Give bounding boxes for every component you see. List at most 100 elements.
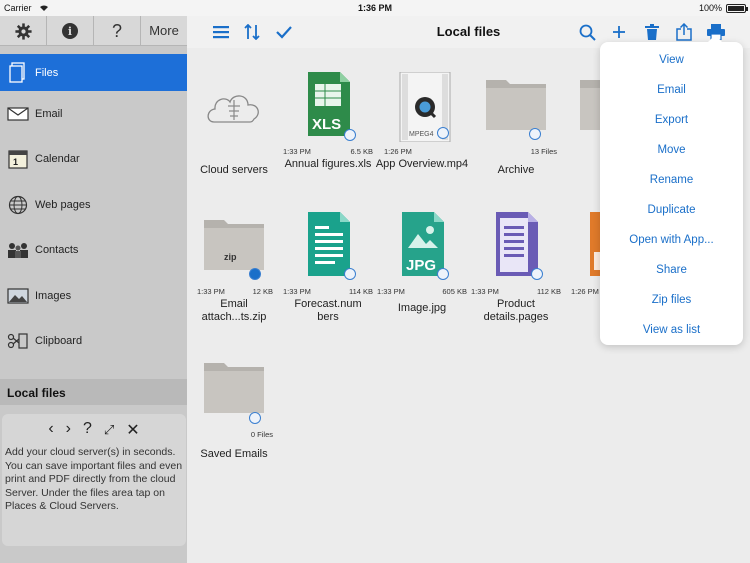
expand-icon[interactable]: ⤢ xyxy=(104,420,114,442)
selection-circle[interactable] xyxy=(529,128,541,140)
calendar-icon: 1 xyxy=(6,149,30,169)
file-item-email-attachments[interactable]: zip 1:33 PM 12 KB Email attach...ts.zip xyxy=(187,212,281,342)
info-icon: i xyxy=(62,23,78,39)
file-name: Image.jpg xyxy=(397,302,447,314)
menu-item-duplicate[interactable]: Duplicate xyxy=(600,195,743,225)
question-mark-icon[interactable]: ? xyxy=(83,420,92,442)
share-icon xyxy=(676,23,692,41)
sidebar-item-web-pages[interactable]: Web pages xyxy=(0,182,187,228)
section-title: Local files xyxy=(0,379,187,405)
sidebar-item-label: Files xyxy=(35,66,59,79)
menu-item-share[interactable]: Share xyxy=(600,255,743,285)
selection-circle[interactable] xyxy=(437,268,449,280)
file-time: 1:26 PM xyxy=(384,147,412,156)
file-time: 1:26 PM xyxy=(571,287,599,296)
file-time: 1:33 PM xyxy=(377,287,405,296)
settings-button[interactable] xyxy=(0,16,47,46)
file-item-product-details[interactable]: 1:33 PM 112 KB Product details.pages xyxy=(469,212,563,342)
svg-text:1: 1 xyxy=(13,157,18,167)
menu-list: View Email Export Move Rename Duplicate … xyxy=(600,42,743,345)
menu-item-view-as-list[interactable]: View as list xyxy=(600,315,743,345)
sidebar-item-calendar[interactable]: 1 Calendar xyxy=(0,137,187,183)
menu-item-open-with-app[interactable]: Open with App... xyxy=(600,225,743,255)
menu-item-zip-files[interactable]: Zip files xyxy=(600,285,743,315)
more-label: More xyxy=(149,23,179,38)
menu-item-move[interactable]: Move xyxy=(600,135,743,165)
chevron-left-icon[interactable]: ‹ xyxy=(48,420,53,442)
sidebar-item-label: Contacts xyxy=(35,244,79,257)
menu-item-export[interactable]: Export xyxy=(600,105,743,135)
file-name: Annual figures.xls xyxy=(284,158,372,170)
sidebar: i ? More Files Email 1 Calendar Web page… xyxy=(0,16,187,563)
menu-item-view[interactable]: View xyxy=(600,45,743,75)
selection-circle[interactable] xyxy=(249,412,261,424)
clock: 1:36 PM xyxy=(357,3,392,13)
globe-icon xyxy=(6,195,30,215)
delete-button[interactable] xyxy=(642,22,662,42)
selection-checked-circle[interactable] xyxy=(249,268,261,280)
file-count: 0 Files xyxy=(250,430,273,439)
help-panel: ‹ › ? ⤢ ✕ Add your cloud server(s) in se… xyxy=(2,414,186,546)
envelope-icon xyxy=(6,104,30,124)
sidebar-item-files[interactable]: Files xyxy=(0,54,187,91)
selection-circle[interactable] xyxy=(344,268,356,280)
sidebar-item-label: Calendar xyxy=(35,153,80,166)
help-button[interactable]: ? xyxy=(94,16,141,46)
clipboard-icon xyxy=(6,331,30,351)
file-name: Archive xyxy=(497,164,535,176)
sidebar-item-contacts[interactable]: Contacts xyxy=(0,228,187,274)
file-item-saved-emails[interactable]: 0 Files Saved Emails xyxy=(187,355,281,485)
file-item-annual-figures[interactable]: XLS 1:33 PM 6.5 KB Annual figures.xls xyxy=(281,72,375,202)
file-time: 1:33 PM xyxy=(283,287,311,296)
contacts-icon xyxy=(6,240,30,260)
mp4-badge-label: MPEG4 xyxy=(409,131,434,138)
sidebar-nav: Files Email 1 Calendar Web pages Contact… xyxy=(0,54,187,364)
file-count: 13 Files xyxy=(530,147,557,156)
file-time: 1:33 PM xyxy=(471,287,499,296)
question-mark-icon: ? xyxy=(111,20,122,41)
file-time: 1:33 PM xyxy=(283,147,311,156)
file-size: 6.5 KB xyxy=(350,147,373,156)
search-button[interactable] xyxy=(577,22,597,42)
share-popover-menu: View Email Export Move Rename Duplicate … xyxy=(600,35,743,345)
close-icon[interactable]: ✕ xyxy=(126,420,139,442)
file-name: Email attach...ts.zip xyxy=(201,298,267,323)
file-name: Product details.pages xyxy=(483,298,549,323)
file-name: Cloud servers xyxy=(200,164,268,176)
sidebar-item-email[interactable]: Email xyxy=(0,91,187,137)
sidebar-item-label: Email xyxy=(35,107,63,120)
file-name: App Overview.mp4 xyxy=(375,158,469,170)
file-item-cloud-servers[interactable]: Cloud servers xyxy=(187,72,281,202)
file-item-image-jpg[interactable]: JPG 1:33 PM 605 KB Image.jpg xyxy=(375,212,469,342)
images-icon xyxy=(6,286,30,306)
sidebar-item-label: Web pages xyxy=(35,198,91,211)
help-text: Add your cloud server(s) in seconds. You… xyxy=(5,446,183,513)
file-size: 114 KB xyxy=(348,287,373,296)
trash-icon xyxy=(645,24,659,40)
menu-item-email[interactable]: Email xyxy=(600,75,743,105)
search-icon xyxy=(579,24,596,41)
zip-badge-label: zip xyxy=(224,252,237,262)
sidebar-item-images[interactable]: Images xyxy=(0,273,187,319)
status-bar: Carrier 1:36 PM 100% xyxy=(0,0,750,16)
gear-icon xyxy=(14,22,32,40)
battery-percentage: 100% xyxy=(698,3,722,13)
sidebar-item-clipboard[interactable]: Clipboard xyxy=(0,319,187,365)
more-button[interactable]: More xyxy=(141,16,187,45)
share-button[interactable] xyxy=(674,22,694,42)
file-item-archive[interactable]: 13 Files Archive xyxy=(469,72,563,202)
menu-item-rename[interactable]: Rename xyxy=(600,165,743,195)
add-button[interactable] xyxy=(609,22,629,42)
info-button[interactable]: i xyxy=(47,16,94,46)
page-title: Local files xyxy=(436,24,501,39)
selection-circle[interactable] xyxy=(531,268,543,280)
file-time: 1:33 PM xyxy=(197,287,225,296)
selection-circle[interactable] xyxy=(437,127,449,139)
file-item-forecast[interactable]: 1:33 PM 114 KB Forecast.num bers xyxy=(281,212,375,342)
svg-text:XLS: XLS xyxy=(312,116,341,133)
chevron-right-icon[interactable]: › xyxy=(66,420,71,442)
file-size: 605 KB xyxy=(442,287,467,296)
selection-circle[interactable] xyxy=(344,129,356,141)
file-size: 12 KB xyxy=(252,287,273,296)
file-item-app-overview[interactable]: MPEG4 1:26 PM App Overview.mp4 xyxy=(375,72,469,202)
